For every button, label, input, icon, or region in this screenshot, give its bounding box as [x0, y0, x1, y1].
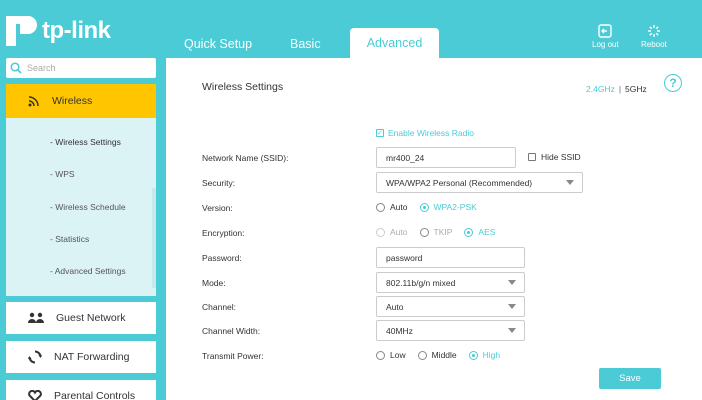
channel-width-value: 40MHz	[386, 325, 413, 336]
wireless-icon	[28, 96, 39, 107]
band-separator: |	[618, 84, 622, 94]
page-title: Wireless Settings	[202, 81, 284, 93]
channel-width-label: Channel Width:	[202, 326, 261, 336]
sidebar-item-label: NAT Forwarding	[54, 351, 130, 363]
version-auto-label: Auto	[390, 202, 408, 212]
band-5ghz-link[interactable]: 5GHz	[625, 84, 647, 94]
password-input[interactable]: password	[376, 247, 525, 268]
sidebar-item-label: Parental Controls	[54, 390, 136, 400]
submenu-wireless-schedule[interactable]: - Wireless Schedule	[50, 202, 126, 212]
power-middle-radio[interactable]	[417, 350, 427, 360]
sidebar-item-nat-forwarding[interactable]: NAT Forwarding	[6, 341, 156, 373]
submenu-scrollbar[interactable]	[152, 188, 156, 288]
checkmark-icon: ✓	[376, 129, 384, 137]
logo-text: tp-link	[42, 17, 111, 44]
tab-quick-setup[interactable]: Quick Setup	[184, 37, 252, 51]
sidebar-item-label: Guest Network	[56, 312, 126, 324]
logout-label: Log out	[592, 40, 619, 49]
power-low-radio[interactable]	[376, 350, 385, 360]
tp-link-logo-icon	[6, 16, 37, 46]
chevron-down-icon	[508, 280, 516, 285]
chevron-down-icon	[508, 304, 516, 309]
encryption-tkip-radio[interactable]	[419, 227, 429, 237]
reboot-icon	[647, 25, 660, 37]
version-label: Version:	[202, 203, 233, 213]
enable-wireless-checkbox[interactable]: ✓ Enable Wireless Radio	[376, 128, 474, 138]
reboot-label: Reboot	[641, 40, 667, 49]
chevron-down-icon	[566, 180, 574, 185]
ssid-input[interactable]: mr400_24	[376, 147, 516, 168]
encryption-auto-label: Auto	[390, 227, 408, 237]
sidebar-item-label: Wireless	[52, 95, 93, 107]
version-wpa2-radio[interactable]	[419, 202, 429, 212]
logout-button[interactable]: Log out	[592, 24, 619, 49]
sidebar-item-parental-controls[interactable]: Parental Controls	[6, 380, 156, 400]
chevron-down-icon	[508, 328, 516, 333]
power-middle-label: Middle	[431, 350, 457, 360]
power-high-radio[interactable]	[468, 350, 478, 360]
submenu-advanced-settings[interactable]: - Advanced Settings	[50, 266, 126, 276]
help-icon[interactable]: ?	[664, 74, 682, 92]
reboot-button[interactable]: Reboot	[641, 24, 667, 49]
encryption-auto-radio[interactable]	[376, 227, 385, 237]
power-high-label: High	[482, 350, 501, 360]
power-low-label: Low	[390, 350, 406, 360]
tab-advanced[interactable]: Advanced	[350, 28, 439, 58]
band-24ghz-link[interactable]: 2.4GHz	[586, 84, 615, 94]
channel-select[interactable]: Auto	[376, 296, 525, 317]
transmit-power-label: Transmit Power:	[202, 351, 264, 361]
mode-value: 802.11b/g/n mixed	[386, 277, 456, 288]
search-placeholder: Search	[27, 63, 56, 73]
encryption-radio-group: Auto TKIP AES	[376, 227, 507, 237]
channel-label: Channel:	[202, 302, 237, 312]
password-label: Password:	[202, 253, 242, 263]
encryption-aes-label: AES	[478, 227, 496, 237]
mode-label: Mode:	[202, 278, 226, 288]
hide-ssid-checkbox[interactable]: Hide SSID	[528, 152, 581, 162]
channel-width-select[interactable]: 40MHz	[376, 320, 525, 341]
encryption-tkip-label: TKIP	[433, 227, 453, 237]
checkbox-icon	[528, 153, 536, 161]
version-radio-group: Auto WPA2-PSK	[376, 202, 489, 212]
submenu-wireless-settings[interactable]: - Wireless Settings	[50, 137, 121, 147]
submenu-statistics[interactable]: - Statistics	[50, 234, 89, 244]
mode-select[interactable]: 802.11b/g/n mixed	[376, 272, 525, 293]
sidebar-item-guest-network[interactable]: Guest Network	[6, 302, 156, 334]
encryption-aes-radio[interactable]	[464, 227, 474, 237]
channel-value: Auto	[386, 301, 404, 312]
version-auto-radio[interactable]	[376, 202, 385, 212]
security-select[interactable]: WPA/WPA2 Personal (Recommended)	[376, 172, 583, 193]
security-value: WPA/WPA2 Personal (Recommended)	[386, 177, 533, 188]
sidebar-item-wireless[interactable]: Wireless	[6, 84, 156, 118]
tab-basic[interactable]: Basic	[290, 37, 321, 51]
transmit-power-radio-group: Low Middle High	[376, 350, 512, 360]
nat-forwarding-icon	[28, 350, 42, 364]
guest-network-icon	[28, 312, 44, 323]
search-input[interactable]: Search	[6, 58, 156, 78]
band-toggle: 2.4GHz | 5GHz	[586, 84, 647, 94]
hide-ssid-label: Hide SSID	[541, 152, 581, 162]
encryption-label: Encryption:	[202, 228, 245, 238]
heart-icon	[28, 390, 42, 400]
logout-icon	[598, 24, 613, 38]
wireless-submenu: - Wireless Settings - WPS - Wireless Sch…	[6, 118, 156, 296]
ssid-label: Network Name (SSID):	[202, 153, 289, 163]
search-icon	[10, 62, 22, 74]
security-label: Security:	[202, 178, 236, 188]
tp-link-logo: tp-link	[6, 16, 111, 46]
main-panel: Wireless Settings 2.4GHz | 5GHz ? ✓ Enab…	[166, 58, 702, 400]
save-button[interactable]: Save	[599, 368, 661, 389]
enable-wireless-label: Enable Wireless Radio	[388, 128, 474, 138]
submenu-wps[interactable]: - WPS	[50, 169, 75, 179]
version-wpa2-label: WPA2-PSK	[433, 202, 477, 212]
